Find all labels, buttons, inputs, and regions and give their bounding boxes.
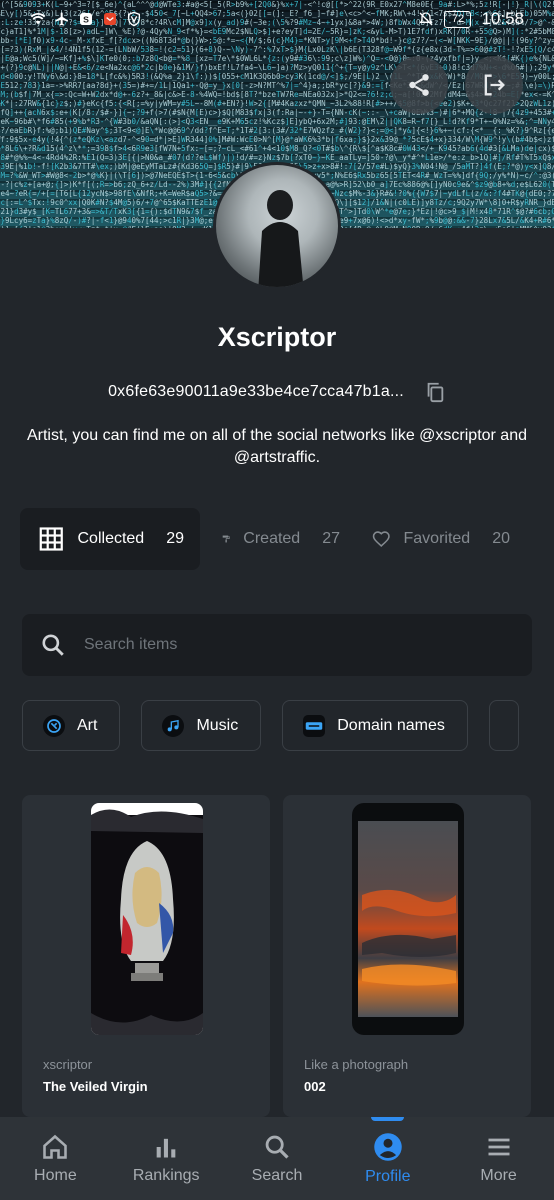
domain-icon [303, 714, 326, 737]
share-icon [409, 74, 429, 96]
logout-icon [484, 74, 505, 96]
shop-app-icon [104, 13, 116, 25]
nav-label: Profile [365, 1167, 411, 1185]
share-button[interactable] [390, 56, 448, 114]
bar-chart-icon [156, 1138, 176, 1157]
profile-icon [374, 1132, 402, 1161]
logout-button[interactable] [465, 56, 523, 114]
chip-art[interactable]: Art [22, 700, 121, 751]
mute-icon [419, 12, 434, 26]
status-bar: S 72 10:58 [0, 0, 554, 38]
shield-icon [128, 11, 140, 27]
art-icon [43, 714, 65, 737]
item-thumbnail [91, 803, 203, 1035]
copy-icon[interactable] [424, 380, 446, 404]
nav-rankings[interactable]: Rankings [111, 1117, 222, 1200]
nav-more[interactable]: More [443, 1117, 554, 1200]
nav-label: Home [34, 1166, 77, 1184]
tab-count: 20 [492, 530, 510, 547]
wallet-address: 0x6fe63e90011a9e33be4ce7cca47b1a... [108, 383, 404, 400]
tab-label: Favorited [403, 530, 471, 547]
item-card[interactable]: xscriptor The Veiled Virgin [22, 795, 270, 1117]
menu-icon [488, 1138, 510, 1155]
svg-text:S: S [83, 14, 89, 24]
grid-icon [39, 527, 63, 551]
music-icon [162, 714, 185, 737]
item-title: 002 [304, 1079, 326, 1094]
tab-created[interactable]: Created 27 [206, 508, 356, 570]
avatar-figure [258, 190, 304, 287]
tab-favorited[interactable]: Favorited 20 [356, 508, 526, 570]
tab-label: Collected [77, 530, 145, 547]
nav-label: More [480, 1166, 517, 1184]
app-notification-icon: S [80, 13, 92, 25]
nav-label: Rankings [132, 1166, 200, 1184]
home-icon [43, 1134, 68, 1159]
item-creator: Like a photograph [304, 1057, 409, 1072]
wifi-icon [30, 12, 46, 25]
item-title: The Veiled Virgin [43, 1079, 148, 1094]
avatar [213, 162, 341, 290]
search-input[interactable] [84, 636, 484, 654]
active-indicator [371, 1117, 405, 1121]
chip-more[interactable] [488, 700, 519, 751]
search-icon [42, 634, 64, 656]
profile-tabs: Collected 29 Created 27 Favorited 20 [20, 508, 540, 570]
paint-roller-icon [222, 535, 230, 543]
search-bar [22, 614, 532, 676]
chip-label: Music [196, 716, 239, 734]
tab-count: 29 [166, 530, 184, 547]
nav-home[interactable]: Home [0, 1117, 111, 1200]
item-creator: xscriptor [43, 1057, 93, 1072]
search-icon [265, 1135, 289, 1159]
nav-profile[interactable]: Profile [332, 1117, 443, 1200]
item-card[interactable]: Like a photograph 002 [283, 795, 531, 1117]
profile-bio: Artist, you can find me on all of the so… [26, 427, 527, 466]
item-thumbnail [352, 803, 464, 1035]
nav-label: Search [251, 1166, 303, 1184]
chip-label: Art [77, 716, 98, 734]
profile-name: Xscriptor [217, 322, 337, 352]
battery-indicator: 72 [444, 10, 472, 28]
chip-label: Domain names [337, 716, 445, 734]
category-chips: Art Music Domain names [22, 700, 554, 752]
chip-music[interactable]: Music [141, 700, 262, 751]
airplane-icon [55, 12, 68, 26]
bottom-navigation: Home Rankings Search Profile More [0, 1117, 554, 1200]
heart-icon [372, 531, 390, 547]
tab-count: 27 [322, 530, 340, 547]
tab-label: Created [243, 530, 301, 547]
wallet-address-row: 0x6fe63e90011a9e33be4ce7cca47b1a... [0, 380, 554, 404]
chip-domain-names[interactable]: Domain names [282, 700, 468, 751]
clock: 10:58 [481, 9, 524, 28]
tab-collected[interactable]: Collected 29 [20, 508, 200, 570]
nav-search[interactable]: Search [222, 1117, 333, 1200]
